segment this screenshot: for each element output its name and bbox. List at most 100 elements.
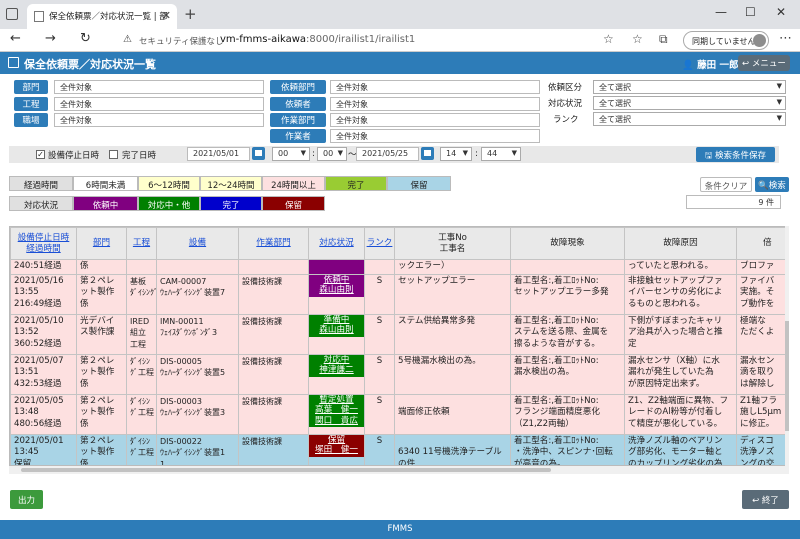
header-stop-date[interactable]: 設備停止日時 経過時間 xyxy=(10,227,77,260)
taiou-select[interactable]: 全て選択 ▼ xyxy=(593,96,786,110)
table-row[interactable]: 240:51経過 係 ックエラー） っていたと思われる。 ブロファ xyxy=(10,259,788,275)
koutei-label: 工程 xyxy=(14,97,48,111)
status-person[interactable]: 神津謙二 xyxy=(309,365,364,377)
header-status-link[interactable]: 対応状況 xyxy=(319,238,353,248)
favorite-star-icon[interactable]: ☆ xyxy=(603,32,614,46)
page-title: 保全依頼票／対応状況一覧 xyxy=(24,58,156,71)
table-row[interactable]: 2021/05/07 13:51 432:53経過 第２ペレ ット製作係ﾀﾞｲｼﾝ ｸﾞ工… xyxy=(10,353,788,395)
cell-bumon-line: ット製作 xyxy=(80,447,115,457)
header-koutei-link[interactable]: 工程 xyxy=(133,238,150,248)
cell-bumon-line: 第２ペレ xyxy=(80,275,115,286)
forward-icon[interactable]: → xyxy=(45,31,56,46)
search-button[interactable]: 🔍検索 xyxy=(755,177,789,192)
cell-extra-line: Z1軸フラ xyxy=(740,395,778,406)
vertical-scroll-thumb[interactable] xyxy=(785,321,789,431)
cell-setsubi-line: DIS-00003 xyxy=(160,396,202,406)
rank-select[interactable]: 全て選択 ▼ xyxy=(593,112,786,126)
header-koutei[interactable]: 工程 xyxy=(126,227,157,260)
vertical-scrollbar[interactable] xyxy=(785,226,789,466)
cell-koutei-line: IRED xyxy=(130,316,150,326)
cell-cause-line: 非接触セットアップファ xyxy=(628,275,723,286)
irai-kubun-select[interactable]: 全て選択 ▼ xyxy=(593,80,786,94)
to-min-select[interactable]: 44 ▼ xyxy=(481,147,521,161)
header-bumon-link[interactable]: 部門 xyxy=(93,238,110,248)
table-row[interactable]: 2021/05/01 13:45 保留 第２ペレ ット製作係ﾀﾞｲｼﾝ ｸﾞ工程 DIS-0… xyxy=(10,433,788,466)
window-menu-icon[interactable] xyxy=(6,8,18,20)
done-date-checkbox[interactable] xyxy=(109,150,118,159)
sagyo-bumon-input[interactable]: 全件対象 xyxy=(330,113,540,127)
sync-button[interactable]: 同期していません xyxy=(683,31,769,50)
to-calendar-icon[interactable] xyxy=(421,147,434,160)
header-rank-link[interactable]: ランク xyxy=(367,238,393,248)
shokuba-input[interactable]: 全件対象 xyxy=(54,113,264,127)
table-row[interactable]: 2021/05/05 13:48 480:56経過 第２ペレ ット製作係ﾀﾞｲｼﾝ ｸﾞ工… xyxy=(10,393,788,435)
url-path: :8000/irailist1/irailist1 xyxy=(306,34,416,45)
to-colon: : xyxy=(475,149,478,159)
output-button[interactable]: 出力 xyxy=(10,490,43,509)
legend-status-2: 対応中・他 xyxy=(138,196,200,211)
header-sagyo-bumon-link[interactable]: 作業部門 xyxy=(256,238,290,248)
cell-sagyo-bumon-text: 設備技術課 xyxy=(242,436,282,446)
browser-tab[interactable]: 保全依頼票／対応状況一覧 | 部 ✕ xyxy=(27,4,177,29)
bumon-input[interactable]: 全件対象 xyxy=(54,80,264,94)
menu-button[interactable]: ↩ メニュー xyxy=(738,55,790,71)
cell-extra: 極端な ただくよ xyxy=(736,313,788,355)
header-stop-date-link[interactable]: 設備停止日時 xyxy=(18,233,70,243)
cell-setsubi-line xyxy=(160,261,235,273)
reload-icon[interactable]: ↻ xyxy=(80,31,91,46)
cell-stop-date: 2021/05/05 13:48 480:56経過 xyxy=(10,393,77,435)
tab-close-icon[interactable]: ✕ xyxy=(162,9,171,22)
table-row[interactable]: 2021/05/16 13:55 216:49経過 第２ペレ ット製作係基板 ﾀﾞｲｼﾝｸ… xyxy=(10,273,788,315)
window-close-icon[interactable]: ✕ xyxy=(776,5,786,19)
save-condition-button[interactable]: 🖫 検索条件保存 xyxy=(696,147,775,162)
minimize-icon[interactable]: — xyxy=(715,5,727,19)
koutei-input[interactable]: 全件対象 xyxy=(54,97,264,111)
status-person[interactable]: 関口 貴広 xyxy=(309,415,364,427)
cell-kouji-line: 5号機漏水検出の為。 xyxy=(398,355,481,366)
status-person[interactable]: 塚田 健一 xyxy=(309,445,364,457)
header-rank[interactable]: ランク xyxy=(364,227,395,260)
url-field[interactable]: vm-fmms-aikawa:8000/irailist1/irailist1 xyxy=(220,34,415,45)
to-hour-select[interactable]: 14 ▼ xyxy=(440,147,472,161)
cell-extra-line: に修正。 xyxy=(740,418,775,429)
new-tab-icon[interactable]: + xyxy=(184,5,197,23)
from-min-select[interactable]: 00 ▼ xyxy=(317,147,347,161)
status-person[interactable]: 高葉 健一 xyxy=(309,405,364,417)
status-person[interactable]: 森山由則 xyxy=(309,285,364,297)
cell-bumon-line: 係 xyxy=(80,458,89,466)
header-status[interactable]: 対応状況 xyxy=(308,227,365,260)
header-elapsed-link[interactable]: 経過時間 xyxy=(26,244,60,254)
security-label[interactable]: セキュリティ保護なし xyxy=(139,35,224,47)
irai-kubun-label: 依頼区分 xyxy=(548,83,583,93)
status-person[interactable]: 森山由則 xyxy=(309,325,364,337)
header-setsubi-link[interactable]: 設備 xyxy=(189,238,206,248)
cell-extra-line: 施しL5μm xyxy=(740,407,782,417)
more-icon[interactable]: ⋯ xyxy=(779,31,792,46)
header-setsubi[interactable]: 設備 xyxy=(156,227,239,260)
maximize-icon[interactable]: ☐ xyxy=(745,5,756,19)
cell-cause-line: 漏水センサ（X軸）に水 xyxy=(628,355,720,366)
table-row[interactable]: 2021/05/10 13:52 360:52経過 光デバイ ス製作課 IRED 組立 工程 I… xyxy=(10,313,788,355)
clear-button[interactable]: 条件クリア xyxy=(700,177,752,192)
iraisha-input[interactable]: 全件対象 xyxy=(330,97,540,111)
stop-date-checkbox[interactable]: ✓ xyxy=(36,150,45,159)
horizontal-scroll-thumb[interactable] xyxy=(21,468,551,472)
back-icon[interactable]: ← xyxy=(10,31,21,46)
cell-phenomenon: 着工型名:,着工ﾛｯﾄNo: セットアップエラー多発 xyxy=(510,273,625,315)
warning-icon[interactable]: ⚠ xyxy=(123,34,132,45)
header-bumon[interactable]: 部門 xyxy=(76,227,127,260)
collections-icon[interactable]: ⧉ xyxy=(659,32,668,47)
favorites-icon[interactable]: ☆ xyxy=(632,32,643,46)
end-button[interactable]: ↩ 終了 xyxy=(742,490,789,509)
sagyosha-input[interactable]: 全件対象 xyxy=(330,129,540,143)
from-hour-select[interactable]: 00 ▼ xyxy=(272,147,310,161)
from-date-input[interactable]: 2021/05/01 xyxy=(187,147,250,161)
cell-bumon: 係 xyxy=(76,259,127,275)
irai-bumon-input[interactable]: 全件対象 xyxy=(330,80,540,94)
cell-phenomenon-line: フランジ端面精度悪化 xyxy=(514,407,600,417)
horizontal-scrollbar[interactable] xyxy=(9,466,789,474)
header-sagyo-bumon[interactable]: 作業部門 xyxy=(238,227,309,260)
cell-setsubi-line: ｳｪﾊｰﾀﾞｲｼﾝｸﾞ装置5 xyxy=(160,368,226,377)
to-date-input[interactable]: 2021/05/25 xyxy=(356,147,419,161)
from-calendar-icon[interactable] xyxy=(252,147,265,160)
